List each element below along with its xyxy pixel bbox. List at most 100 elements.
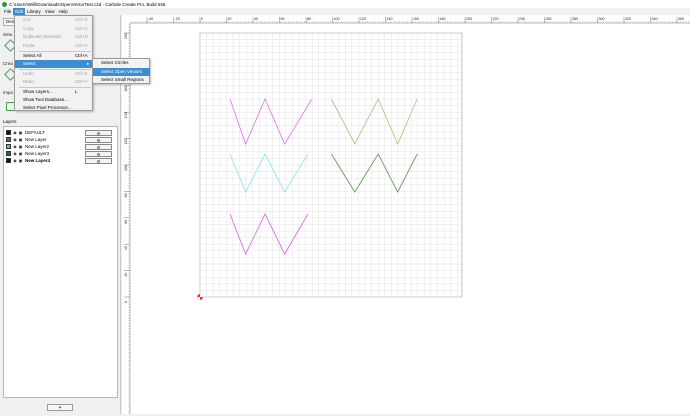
lock-icon[interactable]: ▣ (19, 130, 23, 135)
ruler-x-label: 180 (440, 17, 446, 21)
layer-name: DEFAULT (25, 130, 45, 135)
layer-color-swatch[interactable] (6, 144, 11, 149)
ruler-x-label: 20 (228, 17, 232, 21)
ruler-x-label: 300 (599, 17, 605, 21)
menu-item-paste[interactable]: Paste Ctrl+V (15, 42, 93, 50)
menu-item-select-pixel-processor[interactable]: Select Pixel Processor... (15, 104, 93, 112)
menu-bar: File Edit Library View Help (0, 8, 690, 15)
import-label: Impo (3, 90, 14, 95)
menu-edit[interactable]: Edit (13, 8, 26, 15)
ruler-x-label: 100 (334, 17, 340, 21)
menu-item-label: Show Tool Database... (23, 97, 68, 102)
ruler-x-label: 200 (466, 17, 472, 21)
ruler-x-label: 160 (413, 17, 419, 21)
ruler-x-label: -20 (175, 17, 180, 21)
layer-color-swatch[interactable] (6, 130, 11, 135)
layer-settings-button[interactable]: ⚙ (85, 143, 112, 150)
menu-file[interactable]: File (2, 8, 13, 15)
menu-help[interactable]: Help (56, 8, 69, 15)
layer-row[interactable]: ◉ ▣ DEFAULT ⚙ (6, 129, 116, 136)
ruler-x-label: 340 (652, 17, 658, 21)
ruler-x-label: 0 (201, 17, 203, 21)
ruler-y-label: 80 (124, 193, 128, 197)
layer-row[interactable]: ◉ ▣ New Layer ⚙ (6, 136, 116, 143)
ruler-y-label: 120 (124, 139, 128, 145)
eye-icon[interactable]: ◉ (13, 144, 17, 149)
lock-icon[interactable]: ▣ (19, 144, 23, 149)
menu-item-undo[interactable]: Undo Ctrl+Z (15, 70, 93, 78)
top-ruler (122, 15, 690, 23)
submenu-select-open-vectors[interactable]: Select Open Vectors (93, 68, 150, 76)
origin-icon (197, 294, 203, 300)
menu-item-label: Duplicate Selected (23, 34, 61, 39)
menu-item-cut[interactable]: Cut Ctrl+X (15, 16, 93, 24)
shortcut-text: Ctrl+V (75, 43, 88, 48)
ruler-x-label: 140 (387, 17, 393, 21)
eye-icon[interactable]: ◉ (13, 158, 17, 163)
menu-view[interactable]: View (43, 8, 57, 15)
eye-icon[interactable]: ◉ (13, 151, 17, 156)
shortcut-text: L (75, 89, 78, 94)
ruler-y-label: 60 (124, 220, 128, 224)
lock-icon[interactable]: ▣ (19, 158, 23, 163)
submenu-select-small-regions[interactable]: Select Small Regions (93, 76, 150, 84)
lock-icon[interactable]: ▣ (19, 137, 23, 142)
canvas-drawing[interactable]: -40 -20 0 20 40 60 80 100 120 140 160 180 200 220 240 2… (122, 15, 690, 414)
shortcut-text: Ctrl+C (75, 26, 88, 31)
ruler-x-label: 260 (546, 17, 552, 21)
layer-name: New Layer (25, 137, 47, 142)
ruler-y-label: 20 (124, 273, 128, 277)
layer-row[interactable]: ◉ ▣ New Layer2 ⚙ (6, 143, 116, 150)
menu-item-copy[interactable]: Copy Ctrl+C (15, 25, 93, 33)
add-layer-button[interactable]: + (47, 404, 73, 411)
design-canvas[interactable]: -40 -20 0 20 40 60 80 100 120 140 160 180 200 220 240 2… (122, 15, 690, 414)
title-bar: C:\Users\Willi\Downloads\OpenVectorTest.… (0, 0, 690, 8)
shortcut-text: Ctrl+Z (75, 71, 88, 76)
layer-row[interactable]: ◉ ▣ New Layer4 ⚙ (6, 157, 116, 164)
layer-name: New Layer4 (25, 158, 51, 163)
gear-icon: ⚙ (96, 151, 101, 157)
eye-icon[interactable]: ◉ (13, 130, 17, 135)
chevron-right-icon: ▸ (87, 61, 90, 66)
menu-library[interactable]: Library (25, 8, 43, 15)
menu-item-duplicate-selected[interactable]: Duplicate Selected Ctrl+D (15, 33, 93, 41)
layer-color-swatch[interactable] (6, 151, 11, 156)
menu-item-label: Select Pixel Processor... (23, 105, 72, 110)
menu-item-select[interactable]: Select ▸ (15, 60, 93, 68)
edit-menu-dropdown: Cut Ctrl+X Copy Ctrl+C Duplicate Selected C… (14, 15, 93, 111)
shortcut-text: Ctrl+X (75, 17, 88, 22)
menu-item-label: Select (23, 61, 36, 66)
layer-name: New Layer3 (25, 151, 50, 156)
app-icon (2, 1, 7, 7)
layer-settings-button[interactable]: ⚙ (85, 129, 112, 136)
menu-item-show-tool-database[interactable]: Show Tool Database... (15, 96, 93, 104)
menu-item-label: Show Layers... (23, 89, 53, 94)
layer-settings-button[interactable]: ⚙ (85, 157, 112, 164)
ruler-y-label: 140 (124, 112, 128, 118)
layer-settings-button[interactable]: ⚙ (85, 136, 112, 143)
lock-icon[interactable]: ▣ (19, 151, 23, 156)
layers-list: ◉ ▣ DEFAULT ⚙ ◉ ▣ New Layer ⚙ ◉ ▣ New La… (3, 126, 118, 398)
create-label: Crea (3, 61, 13, 66)
layer-settings-button[interactable]: ⚙ (85, 150, 112, 157)
ruler-y-label: 100 (124, 165, 128, 171)
gear-icon: ⚙ (96, 144, 101, 150)
submenu-select-circles[interactable]: Select Circles (93, 59, 150, 67)
ruler-y-label: 0 (124, 301, 128, 303)
menu-item-label: Redo (23, 79, 34, 84)
menu-item-show-layers[interactable]: Show Layers... L (15, 88, 93, 96)
ruler-x-label: 360 (678, 17, 684, 21)
ruler-y-label: 160 (124, 86, 128, 92)
ruler-x-label: 240 (519, 17, 525, 21)
layer-color-swatch[interactable] (6, 137, 11, 142)
ruler-x-label: 60 (281, 17, 285, 21)
menu-item-redo[interactable]: Redo Ctrl+Y (15, 78, 93, 86)
menu-item-select-all[interactable]: Select All Ctrl+A (15, 52, 93, 60)
layer-color-swatch[interactable] (6, 158, 11, 163)
ruler-x-label: 320 (625, 17, 631, 21)
gear-icon: ⚙ (96, 158, 101, 164)
window-title: C:\Users\Willi\Downloads\OpenVectorTest.… (9, 1, 166, 7)
layer-row[interactable]: ◉ ▣ New Layer3 ⚙ (6, 150, 116, 157)
eye-icon[interactable]: ◉ (13, 137, 17, 142)
shortcut-text: Ctrl+Y (75, 79, 88, 84)
